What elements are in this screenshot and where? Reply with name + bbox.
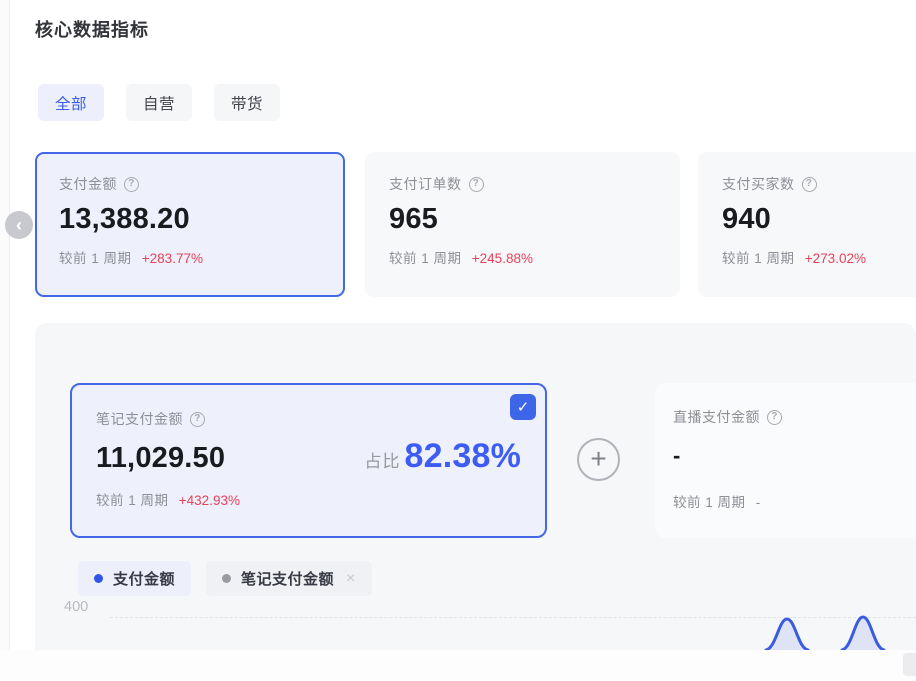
line-chart-peaks — [0, 612, 916, 650]
legend-item-note-payment-amount[interactable]: 笔记支付金额 × — [206, 561, 372, 596]
help-icon[interactable]: ? — [124, 177, 139, 192]
metric-value: 940 — [722, 203, 916, 236]
check-icon: ✓ — [517, 398, 530, 416]
bottom-cutoff-band — [0, 650, 916, 681]
add-metric-button[interactable]: + — [577, 438, 620, 481]
share-value: 82.38% — [404, 437, 521, 476]
series-dot-icon — [94, 574, 103, 583]
compare-label: 较前 1 周期 — [722, 251, 795, 266]
legend-label: 支付金额 — [113, 568, 175, 589]
sub-card-note-payment-amount[interactable]: ✓ 笔记支付金额 ? 11,029.50 占比 82.38% 较前 1 周期 +… — [70, 383, 547, 538]
help-icon[interactable]: ? — [802, 177, 817, 192]
help-icon[interactable]: ? — [767, 410, 782, 425]
metric-label: 支付买家数 — [722, 174, 795, 194]
tab-affiliate[interactable]: 带货 — [214, 84, 280, 121]
legend-label: 笔记支付金额 — [241, 568, 334, 589]
compare-label: 较前 1 周期 — [673, 495, 746, 510]
scope-tabs: 全部 自营 带货 — [38, 84, 280, 121]
metric-label: 支付订单数 — [389, 174, 462, 194]
page-left-edge — [0, 0, 10, 681]
help-icon[interactable]: ? — [469, 177, 484, 192]
compare-label: 较前 1 周期 — [96, 493, 169, 508]
carousel-prev-button[interactable]: ‹ — [5, 211, 33, 239]
share-label: 占比 — [364, 447, 400, 472]
compare-label: 较前 1 周期 — [389, 251, 462, 266]
tab-self-operated[interactable]: 自营 — [126, 84, 192, 121]
change-value: +283.77% — [142, 251, 203, 266]
metric-label: 支付金额 — [59, 174, 117, 194]
compare-label: 较前 1 周期 — [59, 251, 132, 266]
metric-label: 直播支付金额 — [673, 407, 760, 427]
metric-value: 965 — [389, 203, 656, 236]
plus-icon: + — [590, 443, 606, 474]
dashboard-core-metrics: 核心数据指标 全部 自营 带货 ‹ 支付金额 ? 13,388.20 较前 1 … — [0, 0, 916, 681]
chevron-left-icon: ‹ — [16, 215, 22, 236]
close-icon[interactable]: × — [346, 570, 356, 588]
series-dot-icon — [222, 574, 231, 583]
chart-legend: 支付金额 笔记支付金额 × — [78, 561, 372, 596]
metric-card-payment-orders[interactable]: 支付订单数 ? 965 较前 1 周期 +245.88% — [365, 152, 680, 297]
change-value: +273.02% — [805, 251, 866, 266]
metric-card-payment-buyers[interactable]: 支付买家数 ? 940 较前 1 周期 +273.02% — [698, 152, 916, 297]
metric-value: - — [673, 443, 916, 469]
change-value: - — [756, 495, 761, 510]
change-value: +245.88% — [472, 251, 533, 266]
metric-value: 11,029.50 — [96, 442, 225, 475]
metric-value: 13,388.20 — [59, 203, 321, 236]
metric-card-payment-amount[interactable]: 支付金额 ? 13,388.20 较前 1 周期 +283.77% — [35, 152, 345, 297]
floating-widget-cutoff[interactable] — [903, 653, 916, 676]
legend-item-payment-amount[interactable]: 支付金额 — [78, 561, 191, 596]
help-icon[interactable]: ? — [190, 412, 205, 427]
checkbox-checked[interactable]: ✓ — [510, 394, 536, 420]
tab-all[interactable]: 全部 — [38, 84, 104, 121]
sub-card-live-payment-amount[interactable]: 直播支付金额 ? - 较前 1 周期 - — [655, 383, 916, 538]
page-title: 核心数据指标 — [35, 16, 149, 42]
change-value: +432.93% — [179, 493, 240, 508]
metric-label: 笔记支付金额 — [96, 409, 183, 429]
